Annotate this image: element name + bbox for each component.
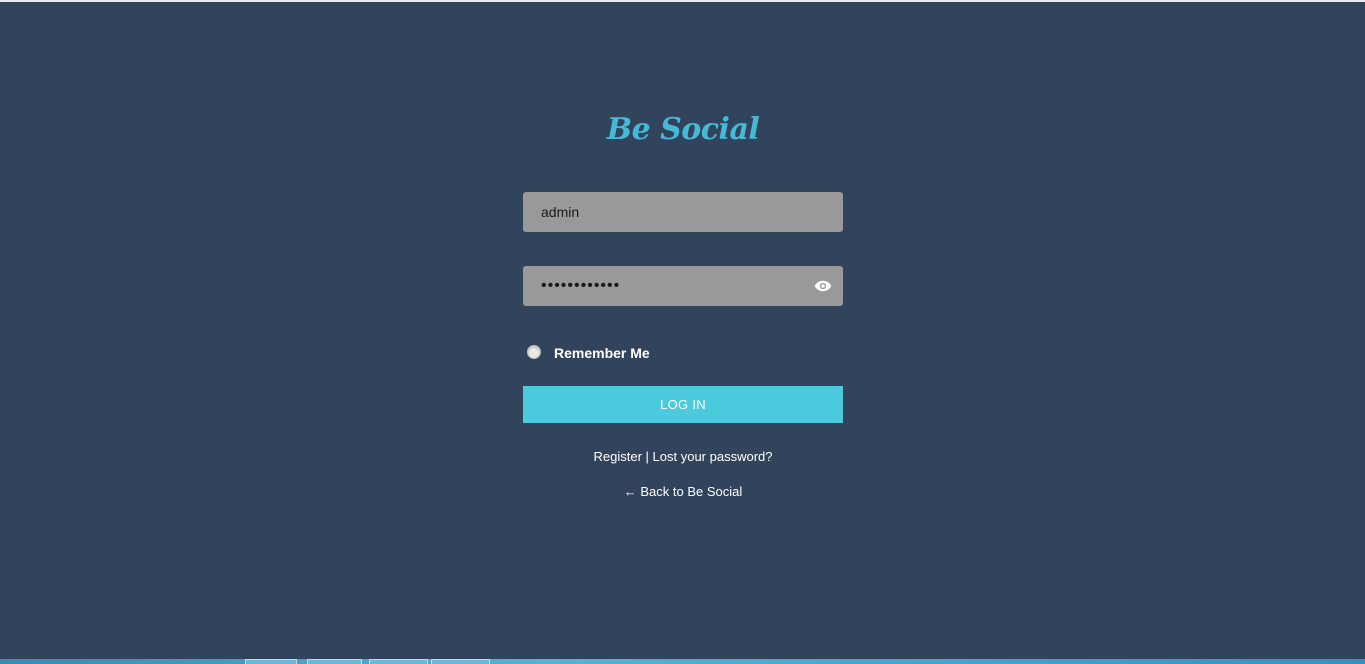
os-taskbar	[0, 659, 1365, 664]
login-button[interactable]: LOG IN	[523, 386, 843, 423]
register-link[interactable]: Register	[594, 449, 642, 464]
eye-icon[interactable]	[814, 277, 832, 295]
username-field-container	[523, 192, 843, 232]
taskbar-button[interactable]	[431, 659, 490, 664]
remember-me-option[interactable]: Remember Me	[527, 343, 650, 363]
password-field-container	[523, 266, 843, 306]
site-logo: Be Social	[606, 112, 760, 147]
password-input[interactable]	[523, 266, 843, 306]
window-top-border	[0, 0, 1365, 2]
username-input[interactable]	[523, 192, 843, 232]
taskbar-button[interactable]	[369, 659, 428, 664]
back-link-container: ← Back to Be Social	[523, 484, 843, 499]
back-to-site-link[interactable]: ← Back to Be Social	[624, 484, 743, 499]
remember-me-label: Remember Me	[554, 345, 650, 361]
links-separator: |	[641, 449, 653, 464]
taskbar-button[interactable]	[245, 659, 297, 664]
remember-me-radio[interactable]	[527, 344, 541, 359]
lost-password-link[interactable]: Lost your password?	[653, 449, 773, 464]
auth-links: Register | Lost your password?	[523, 449, 843, 464]
taskbar-button[interactable]	[307, 659, 362, 664]
